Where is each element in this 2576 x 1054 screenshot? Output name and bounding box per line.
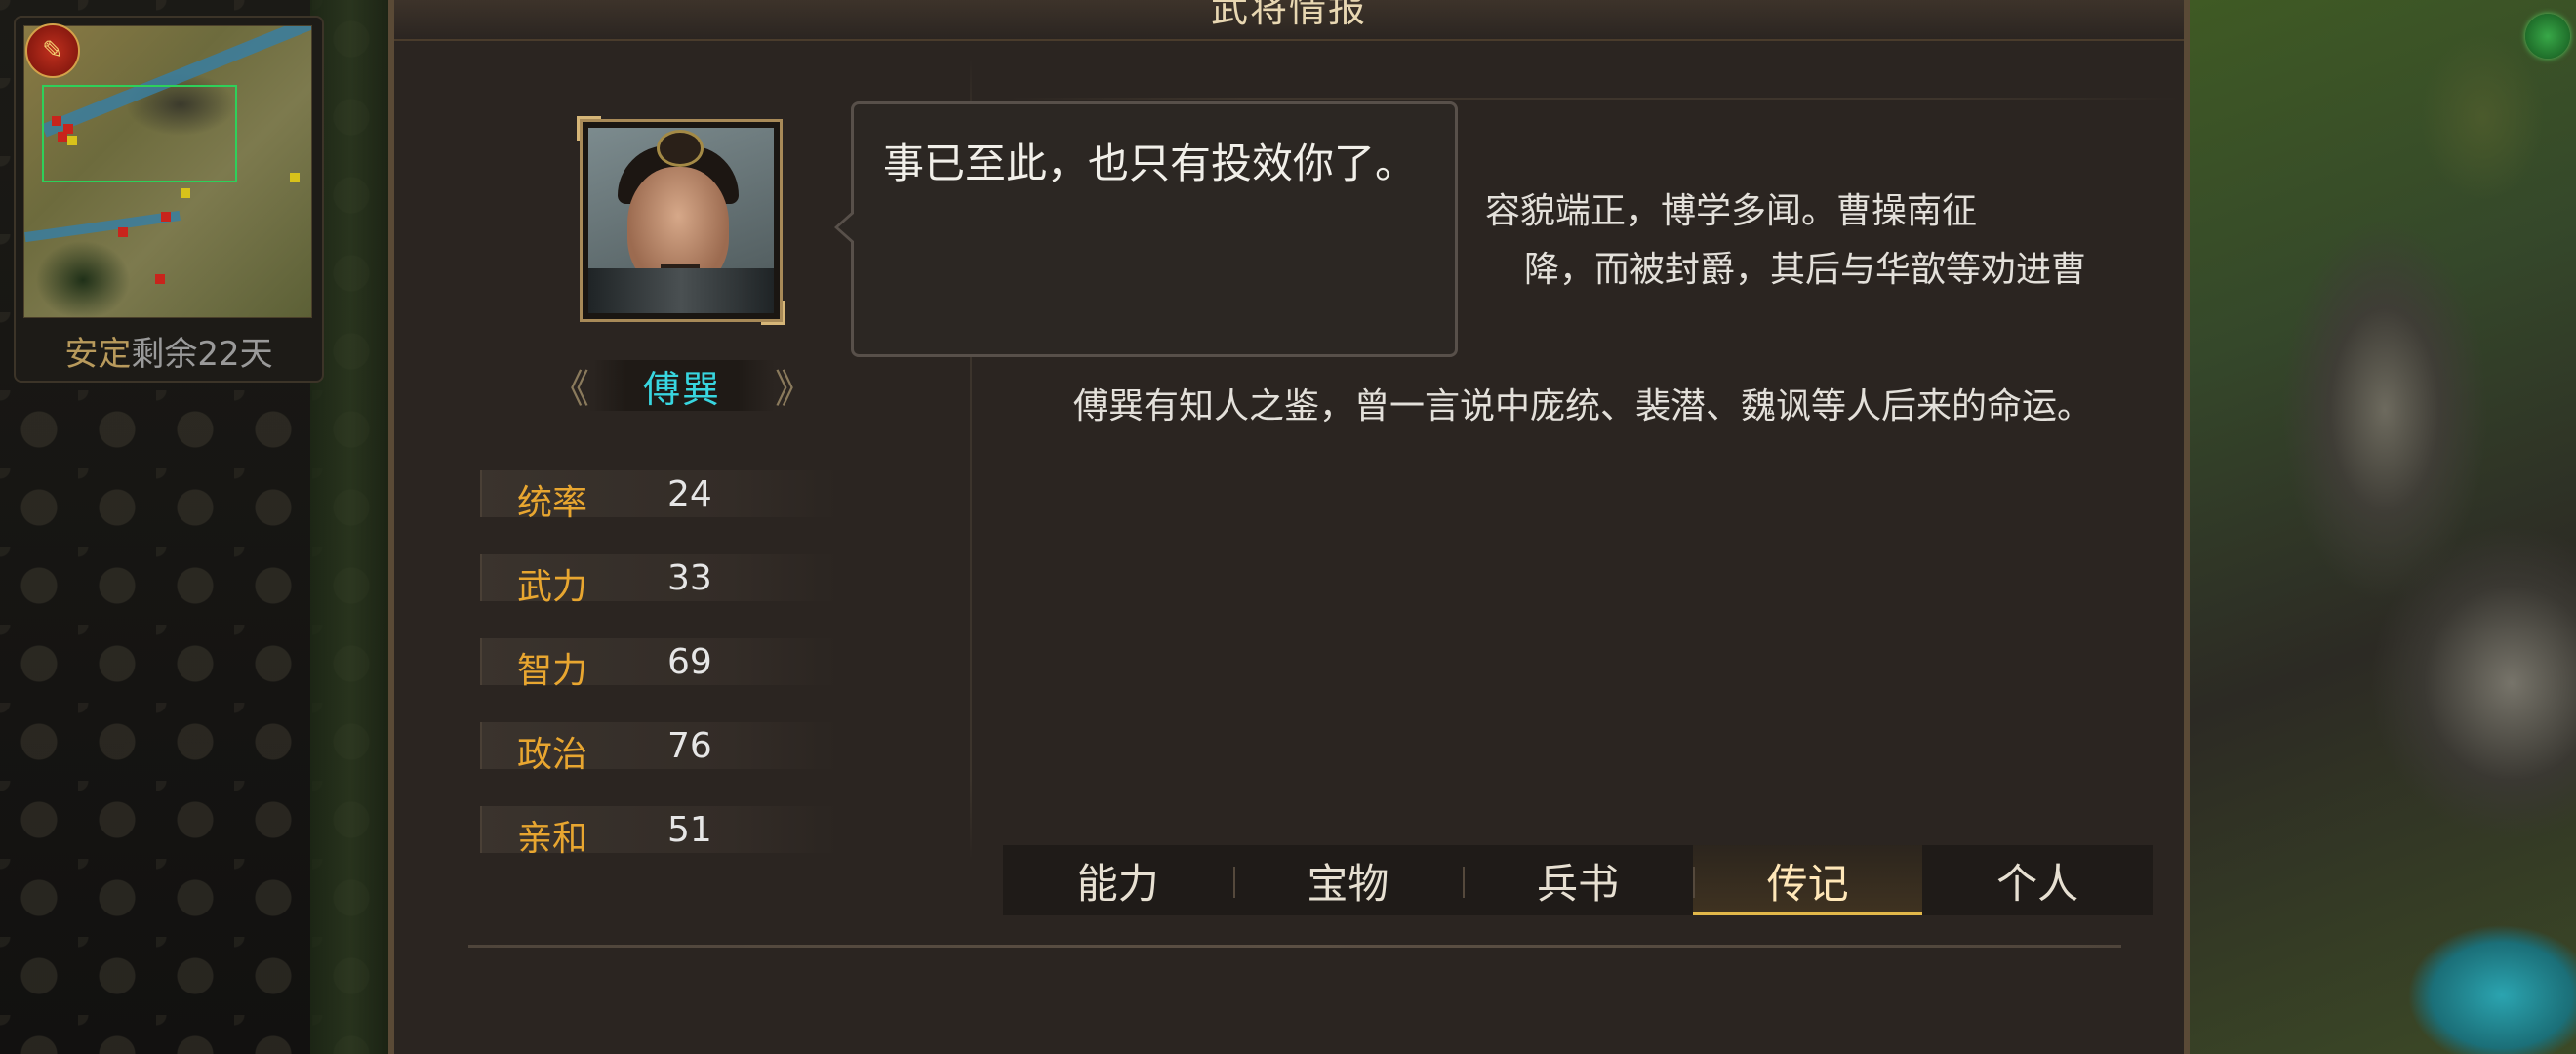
general-info-panel: 武将情报 《 傅巽 》 统率 24 武力 33 智力 69 政治 76 亲和 5… <box>388 0 2190 1054</box>
stat-row-leadership: 统率 24 <box>480 470 837 523</box>
minimap-marker <box>161 212 171 222</box>
tab-military-book[interactable]: 兵书 <box>1463 845 1693 915</box>
tooltip-pointer <box>834 210 855 245</box>
stat-row-force: 武力 33 <box>480 554 837 607</box>
minimap-status-remaining: 剩余22天 <box>131 335 273 374</box>
minimap-marker <box>155 274 165 284</box>
minimap-marker <box>118 227 128 237</box>
stat-value: 24 <box>667 474 712 514</box>
stat-value: 69 <box>667 642 712 682</box>
minimap-marker <box>67 136 77 145</box>
stat-value: 76 <box>667 726 712 766</box>
stat-row-charisma: 亲和 51 <box>480 806 837 859</box>
tooltip-text: 事已至此，也只有投效你了。 <box>883 140 1417 187</box>
bio-paragraph-1-line-2: 降，而被封爵，其后与华歆等劝进曹 <box>1524 250 2087 290</box>
portrait-robe <box>588 268 774 313</box>
minimap-status-label: 安定 <box>64 335 132 374</box>
stat-label: 武力 <box>517 567 588 607</box>
panel-title: 武将情报 <box>1210 0 1367 30</box>
minimap[interactable]: ✎ 安定剩余22天 <box>14 16 324 383</box>
minimap-viewport-rect[interactable] <box>42 85 237 182</box>
stat-label: 亲和 <box>517 819 588 859</box>
general-name-bg: 傅巽 <box>589 360 775 411</box>
bottom-divider <box>468 945 2121 948</box>
stat-label: 政治 <box>517 735 588 775</box>
map-corner-icon[interactable] <box>2525 14 2570 59</box>
general-name-plate: 《 傅巽 》 <box>550 357 814 414</box>
panel-title-bar: 武将情报 <box>394 0 2184 41</box>
stats-list: 统率 24 武力 33 智力 69 政治 76 亲和 51 <box>480 470 837 890</box>
tab-treasure[interactable]: 宝物 <box>1232 845 1464 915</box>
tab-personal[interactable]: 个人 <box>1922 845 2153 915</box>
minimap-river <box>24 210 181 243</box>
minimap-status: 安定剩余22天 <box>16 327 322 375</box>
bio-paragraph-2: 傅巽有知人之鉴，曾一言说中庞统、裴潜、魏讽等人后来的命运。 <box>1073 386 2093 426</box>
next-general-icon[interactable]: 》 <box>775 357 814 414</box>
dialogue-tooltip: 事已至此，也只有投效你了。 <box>834 101 1458 357</box>
minimap-faction-badge-icon[interactable]: ✎ <box>25 23 80 78</box>
tab-biography[interactable]: 传记 <box>1692 845 1923 915</box>
portrait-image <box>588 128 774 313</box>
general-name: 傅巽 <box>642 367 721 411</box>
bio-top-divider <box>1009 98 2180 100</box>
minimap-marker <box>290 173 300 182</box>
stat-value: 51 <box>667 810 712 850</box>
stat-value: 33 <box>667 558 712 598</box>
minimap-marker <box>181 188 190 198</box>
stat-row-intelligence: 智力 69 <box>480 638 837 691</box>
general-portrait[interactable] <box>577 116 785 325</box>
minimap-marker <box>58 132 67 142</box>
background-map-right <box>2190 0 2576 1054</box>
stat-label: 智力 <box>517 651 588 691</box>
info-tabs: 能力 宝物 兵书 传记 个人 <box>1003 845 2153 915</box>
stat-row-politics: 政治 76 <box>480 722 837 775</box>
stat-label: 统率 <box>517 483 588 523</box>
prev-general-icon[interactable]: 《 <box>550 357 589 414</box>
tab-ability[interactable]: 能力 <box>1003 845 1233 915</box>
portrait-topknot <box>657 130 704 167</box>
bio-paragraph-1-line-1: 容貌端正，博学多闻。曹操南征 <box>1485 191 1978 231</box>
minimap-marker <box>52 116 61 126</box>
